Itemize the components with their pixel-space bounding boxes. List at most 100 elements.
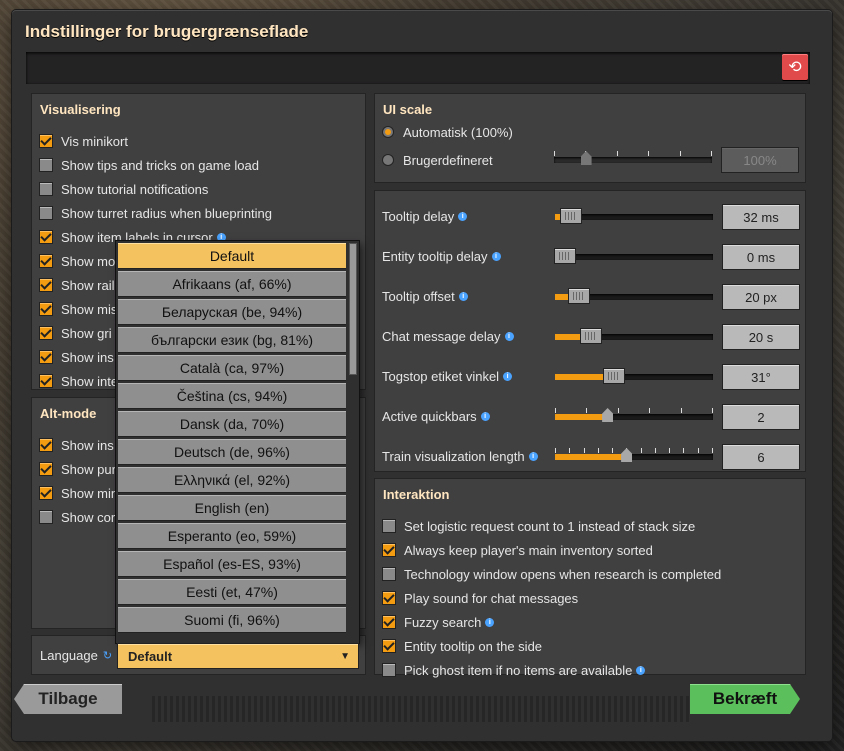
checkbox[interactable]	[40, 231, 52, 243]
checkbox[interactable]	[40, 303, 52, 315]
slider-value-box[interactable]: 31°	[723, 365, 799, 389]
checkbox-row[interactable]: Always keep player's main inventory sort…	[383, 540, 653, 560]
slider-handle[interactable]	[621, 448, 633, 462]
language-selected-value: Default	[128, 648, 173, 664]
checkbox-row[interactable]: Show turret radius when blueprinting	[40, 203, 272, 223]
slider-handle[interactable]	[560, 209, 581, 223]
slider-value-box[interactable]: 32 ms	[723, 205, 799, 229]
checkbox[interactable]	[383, 568, 395, 580]
checkbox-row[interactable]: Show inte	[40, 371, 118, 391]
info-icon: i	[458, 292, 468, 301]
checkbox-row[interactable]: Technology window opens when research is…	[383, 564, 721, 584]
slider-value-box[interactable]: 6	[723, 445, 799, 469]
slider-handle[interactable]	[568, 289, 589, 303]
auto-radio[interactable]	[383, 127, 393, 137]
checkbox[interactable]	[40, 439, 52, 451]
checkbox[interactable]	[383, 544, 395, 556]
checkbox[interactable]	[383, 520, 395, 532]
checkbox-row[interactable]: Show tips and tricks on game load	[40, 155, 259, 175]
slider-track[interactable]	[555, 289, 713, 303]
language-option[interactable]: Esperanto (eo, 59%)	[118, 523, 346, 548]
checkbox[interactable]	[383, 592, 395, 604]
checkbox-label: Show mis	[61, 301, 118, 317]
language-option[interactable]: English (en)	[118, 495, 346, 520]
slider-handle[interactable]	[555, 249, 575, 263]
checkbox[interactable]	[40, 183, 52, 195]
checkbox-row[interactable]: Show mis	[40, 299, 117, 319]
language-option[interactable]: Català (ca, 97%)	[118, 355, 346, 380]
checkbox-row[interactable]: Pick ghost item if no items are availabl…	[383, 660, 646, 680]
language-option[interactable]: Default	[118, 243, 346, 268]
checkbox[interactable]	[40, 463, 52, 475]
language-option[interactable]: Español (es-ES, 93%)	[118, 551, 346, 576]
slider-tick	[680, 408, 682, 413]
slider-row: Chat message delay i 20 s	[382, 322, 802, 352]
slider-track[interactable]	[555, 408, 713, 422]
checkbox[interactable]	[383, 640, 395, 652]
checkbox[interactable]	[40, 159, 52, 171]
slider-handle[interactable]	[603, 369, 624, 383]
checkbox[interactable]	[40, 375, 52, 387]
language-option[interactable]: Suomi (fi, 96%)	[118, 607, 346, 632]
language-option[interactable]: Eesti (et, 47%)	[118, 579, 346, 604]
checkbox-row[interactable]: Show gri	[40, 323, 112, 343]
ui-scale-value[interactable]: 100%	[722, 148, 798, 172]
checkbox-row[interactable]: Set logistic request count to 1 instead …	[383, 516, 695, 536]
info-icon: i	[480, 412, 490, 421]
checkbox[interactable]	[40, 135, 52, 147]
checkbox[interactable]	[40, 351, 52, 363]
language-dropdown-list[interactable]: Default Afrikaans (af, 66%) Беларуская (be…	[116, 241, 359, 643]
reset-button[interactable]: ⟲	[782, 54, 808, 80]
checkbox[interactable]	[383, 664, 395, 676]
language-option[interactable]: български език (bg, 81%)	[118, 327, 346, 352]
slider-value-box[interactable]: 20 px	[723, 285, 799, 309]
checkbox-row[interactable]: Show ins	[40, 435, 114, 455]
slider-value-box[interactable]: 2	[723, 405, 799, 429]
confirm-button[interactable]: Bekræft	[690, 684, 800, 714]
language-option[interactable]: Ελληνικά (el, 92%)	[118, 467, 346, 492]
language-option[interactable]: Čeština (cs, 94%)	[118, 383, 346, 408]
search-bar[interactable]: ⟲	[26, 52, 810, 84]
checkbox[interactable]	[40, 207, 52, 219]
checkbox-row[interactable]: Play sound for chat messages	[383, 588, 578, 608]
checkbox-row[interactable]: Show mo	[40, 251, 115, 271]
slider-track[interactable]	[555, 209, 713, 223]
slider-handle[interactable]	[581, 329, 602, 343]
info-icon: i	[491, 252, 501, 261]
checkbox-row[interactable]: Show ins	[40, 347, 114, 367]
checkbox-row[interactable]: Show cor	[40, 507, 115, 527]
language-option[interactable]: Беларуская (be, 94%)	[118, 299, 346, 324]
checkbox[interactable]	[40, 487, 52, 499]
checkbox-row[interactable]: Show rail	[40, 275, 114, 295]
checkbox-row[interactable]: Fuzzy search i	[383, 612, 495, 632]
slider-tick	[612, 448, 614, 453]
slider-track[interactable]	[555, 249, 713, 263]
back-button[interactable]: Tilbage	[14, 684, 122, 714]
checkbox-label: Technology window opens when research is…	[404, 566, 722, 582]
language-select[interactable]: Default ▼	[118, 644, 358, 668]
checkbox-row[interactable]: Vis minikort	[40, 131, 128, 151]
language-option[interactable]: Afrikaans (af, 66%)	[118, 271, 346, 296]
dropdown-scrollbar[interactable]	[349, 243, 357, 375]
slider-track[interactable]	[555, 369, 713, 383]
checkbox-row[interactable]: Show tutorial notifications	[40, 179, 208, 199]
slider-handle[interactable]	[602, 408, 614, 422]
ui-scale-auto-option[interactable]: Automatisk (100%)	[383, 122, 513, 142]
checkbox[interactable]	[383, 616, 395, 628]
slider-value-box[interactable]: 0 ms	[723, 245, 799, 269]
checkbox[interactable]	[40, 511, 52, 523]
slider-handle[interactable]	[580, 151, 592, 165]
ui-scale-slider[interactable]	[554, 151, 712, 165]
slider-value-box[interactable]: 20 s	[723, 325, 799, 349]
checkbox-row[interactable]: Show min	[40, 483, 118, 503]
checkbox-row[interactable]: Entity tooltip on the side	[383, 636, 542, 656]
checkbox-row[interactable]: Show pur	[40, 459, 116, 479]
slider-track[interactable]	[555, 329, 713, 343]
slider-track[interactable]	[555, 448, 713, 462]
checkbox[interactable]	[40, 327, 52, 339]
interaktion-title: Interaktion	[383, 487, 450, 502]
checkbox[interactable]	[40, 255, 52, 267]
checkbox[interactable]	[40, 279, 52, 291]
language-option[interactable]: Dansk (da, 70%)	[118, 411, 346, 436]
language-option[interactable]: Deutsch (de, 96%)	[118, 439, 346, 464]
